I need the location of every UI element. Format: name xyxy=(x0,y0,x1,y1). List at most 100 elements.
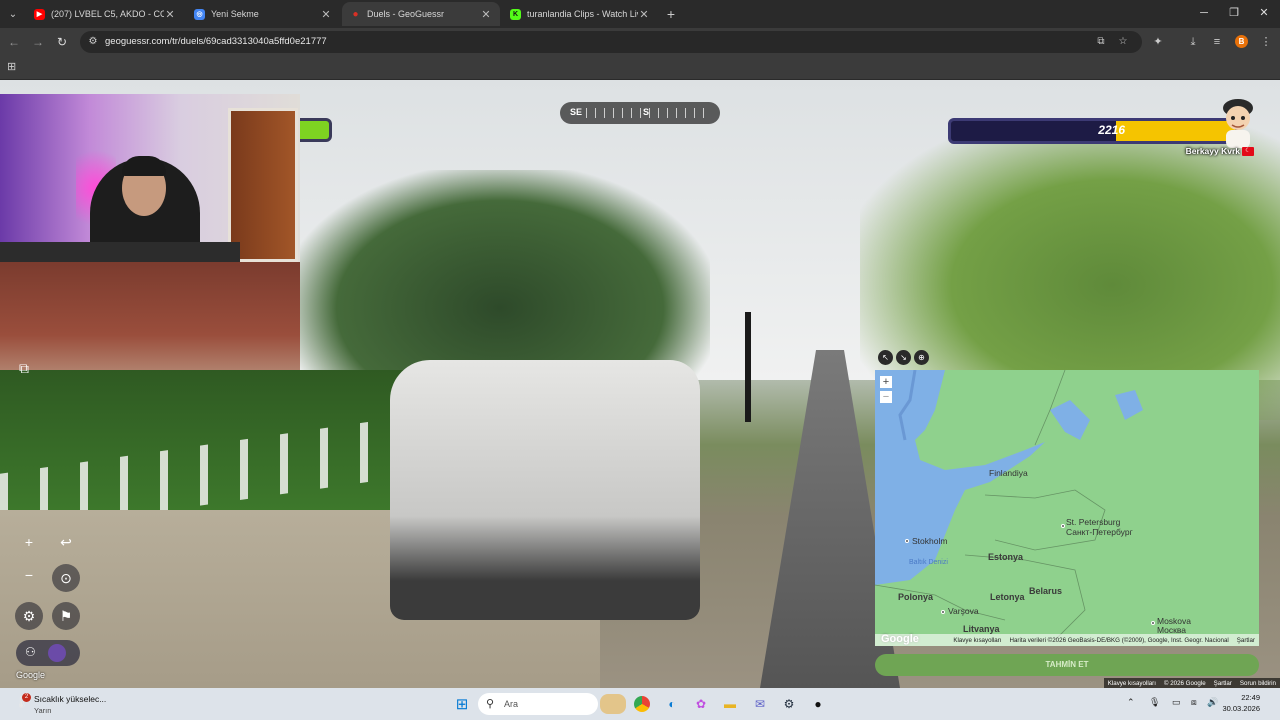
players-icon[interactable]: ⚇ xyxy=(25,645,36,659)
site-info-icon[interactable]: ⚙ xyxy=(86,35,100,49)
battery-icon[interactable]: ▭ xyxy=(1172,697,1181,708)
shortcuts-link[interactable]: Klavye kısayolları xyxy=(1108,680,1156,687)
close-icon[interactable]: ✕ xyxy=(164,8,176,21)
search-icon: ⚲ xyxy=(486,698,495,710)
close-icon[interactable]: ✕ xyxy=(638,8,650,21)
map-label-st-petersburg: St. Petersburg xyxy=(1066,517,1121,527)
new-tab-button[interactable]: + xyxy=(664,5,678,23)
restore-icon[interactable]: ❐ xyxy=(1226,5,1242,21)
map-label-moscow-ru: Москва xyxy=(1157,625,1187,635)
compass-label-se: SE xyxy=(570,107,583,117)
profile-avatar[interactable]: B xyxy=(1235,35,1248,48)
forward-icon[interactable]: → xyxy=(30,34,46,50)
extensions-icon[interactable]: ✦ xyxy=(1150,34,1166,50)
reload-icon[interactable]: ↻ xyxy=(54,34,70,50)
map-size-controls: ↖ ↘ ⊕ xyxy=(878,350,929,366)
map-label-lithuania: Litvanya xyxy=(963,624,1000,634)
tab-search-icon[interactable]: ⌄ xyxy=(4,5,22,23)
bookmarks-bar: ⊞ xyxy=(0,56,1280,80)
tab-title: Duels - GeoGuessr xyxy=(367,9,445,19)
tray-overflow-icon[interactable]: ⌃ xyxy=(1127,697,1135,708)
steam-icon[interactable]: ⚙ xyxy=(779,694,799,714)
back-icon[interactable]: ← xyxy=(6,34,22,50)
copyright-text: © 2026 Google xyxy=(1163,679,1206,687)
report-problem-link[interactable]: Sorun bildirin xyxy=(1240,680,1276,687)
tab-kick[interactable]: K turanlandia Clips - Watch Live o ✕ xyxy=(502,2,658,26)
street-view-panorama[interactable]: SE S 2216 Berkayy Kvrk ☾ ⧉ + ↩ − ⊙ ⚙ ⚑ ⚇… xyxy=(0,80,1280,688)
minimize-icon[interactable]: ─ xyxy=(1196,5,1212,21)
taskbar-search[interactable]: ⚲ Ara xyxy=(478,693,598,715)
bookmark-star-icon[interactable]: ☆ xyxy=(1116,35,1130,49)
undo-move-icon[interactable]: ↩ xyxy=(52,528,80,556)
clock-time: 22:49 xyxy=(1241,693,1260,702)
tab-title: turanlandia Clips - Watch Live o xyxy=(527,9,638,19)
windows-start-icon[interactable]: ⊞ xyxy=(452,694,472,714)
notification-badge: 2 xyxy=(22,693,31,702)
opponent-name: Berkayy Kvrk xyxy=(1185,146,1240,156)
weather-subtitle: Yarın xyxy=(34,706,52,715)
emote-control-group[interactable]: ⚇ xyxy=(16,640,80,666)
close-icon[interactable]: ✕ xyxy=(320,8,332,21)
address-bar[interactable]: ⚙ geoguessr.com/tr/duels/69cad3313040a5f… xyxy=(80,31,1142,53)
edge-icon[interactable]: ◐ xyxy=(662,694,682,714)
wooden-door xyxy=(228,108,298,262)
install-app-icon[interactable]: ⧉ xyxy=(1094,35,1108,49)
flag-icon[interactable]: ⚑ xyxy=(52,602,80,630)
app-icon[interactable]: ● xyxy=(808,694,828,714)
news-widget-icon[interactable] xyxy=(600,694,626,714)
search-label: Ara xyxy=(504,699,519,709)
tab-title: Yeni Sekme xyxy=(211,9,259,19)
street-view-attribution: Klavye kısayolları © 2026 Google Şartlar… xyxy=(1103,678,1280,688)
media-controls-icon[interactable]: ≡ xyxy=(1209,34,1225,50)
city-dot xyxy=(1151,621,1155,625)
close-window-icon[interactable]: ✕ xyxy=(1256,5,1272,21)
guess-button[interactable]: TAHMİN ET xyxy=(875,654,1259,676)
map-label-baltic-sea: Baltık Denizi xyxy=(909,559,948,566)
opponent-avatar xyxy=(1223,99,1253,148)
settings-gear-icon[interactable]: ⚙ xyxy=(15,602,43,630)
menu-icon[interactable]: ⋮ xyxy=(1258,34,1274,50)
zoom-in-button[interactable]: + xyxy=(15,528,43,556)
tab-title: (207) LVBEL C5, AKDO - COOO xyxy=(51,9,164,19)
tab-youtube[interactable]: ▶ (207) LVBEL C5, AKDO - COOO ✕ xyxy=(26,2,184,26)
copilot-icon[interactable]: ✿ xyxy=(691,694,711,714)
map-label-latvia: Letonya xyxy=(990,592,1025,602)
kick-icon: K xyxy=(510,8,521,20)
opponent-health-bar: 2216 xyxy=(948,118,1238,144)
weather-widget[interactable]: 🌡 2 Sıcaklık yükselec... Yarın xyxy=(14,693,124,717)
url-text[interactable]: geoguessr.com/tr/duels/69cad3313040a5ffd… xyxy=(105,36,327,47)
system-clock[interactable]: 22:49 30.03.2026 xyxy=(1212,692,1260,714)
tab-strip: ⌄ ▶ (207) LVBEL C5, AKDO - COOO ✕ ◎ Yeni… xyxy=(0,0,1280,28)
zoom-out-button[interactable]: − xyxy=(15,561,43,589)
map-expand-icon[interactable]: ↖ xyxy=(878,350,893,365)
map-zoom-out[interactable]: − xyxy=(880,391,892,403)
return-to-start-icon[interactable]: ⊙ xyxy=(52,564,80,592)
map-zoom-in[interactable]: + xyxy=(880,376,892,388)
file-explorer-icon[interactable]: ▬ xyxy=(720,694,740,714)
compass-label-s: S xyxy=(643,107,650,117)
compass: SE S xyxy=(560,102,720,124)
turkey-flag-icon: ☾ xyxy=(1242,147,1254,156)
chrome-taskbar-icon[interactable] xyxy=(632,694,652,714)
city-dot xyxy=(1061,524,1065,528)
white-van xyxy=(390,360,700,620)
streamer-webcam xyxy=(0,94,300,262)
teams-icon[interactable]: ✉ xyxy=(750,694,770,714)
camera-icon[interactable]: ⧉ xyxy=(10,354,38,382)
map-shrink-icon[interactable]: ↘ xyxy=(896,350,911,365)
close-icon[interactable]: ✕ xyxy=(480,8,492,21)
download-icon[interactable]: ⤓ xyxy=(1185,34,1201,50)
microphone-icon[interactable]: 🎙 xyxy=(1149,697,1160,708)
guess-map[interactable]: + − Finlandiya St. Petersburg Санкт-Пете… xyxy=(875,370,1259,646)
google-watermark: Google xyxy=(16,670,46,680)
windows-taskbar: 🌡 2 Sıcaklık yükselec... Yarın ⊞ ⚲ Ara ◐… xyxy=(0,688,1280,720)
map-label-estonia: Estonya xyxy=(988,552,1024,562)
apps-grid-icon[interactable]: ⊞ xyxy=(7,60,21,74)
emote-avatar-icon[interactable] xyxy=(48,644,66,662)
headset xyxy=(122,156,166,176)
terms-link[interactable]: Şartlar xyxy=(1214,680,1232,687)
map-pin-icon[interactable]: ⊕ xyxy=(914,350,929,365)
tab-geoguessr[interactable]: ● Duels - GeoGuessr ✕ xyxy=(342,2,500,26)
tab-new-tab[interactable]: ◎ Yeni Sekme ✕ xyxy=(186,2,340,26)
network-icon[interactable]: ⧈ xyxy=(1191,697,1197,708)
